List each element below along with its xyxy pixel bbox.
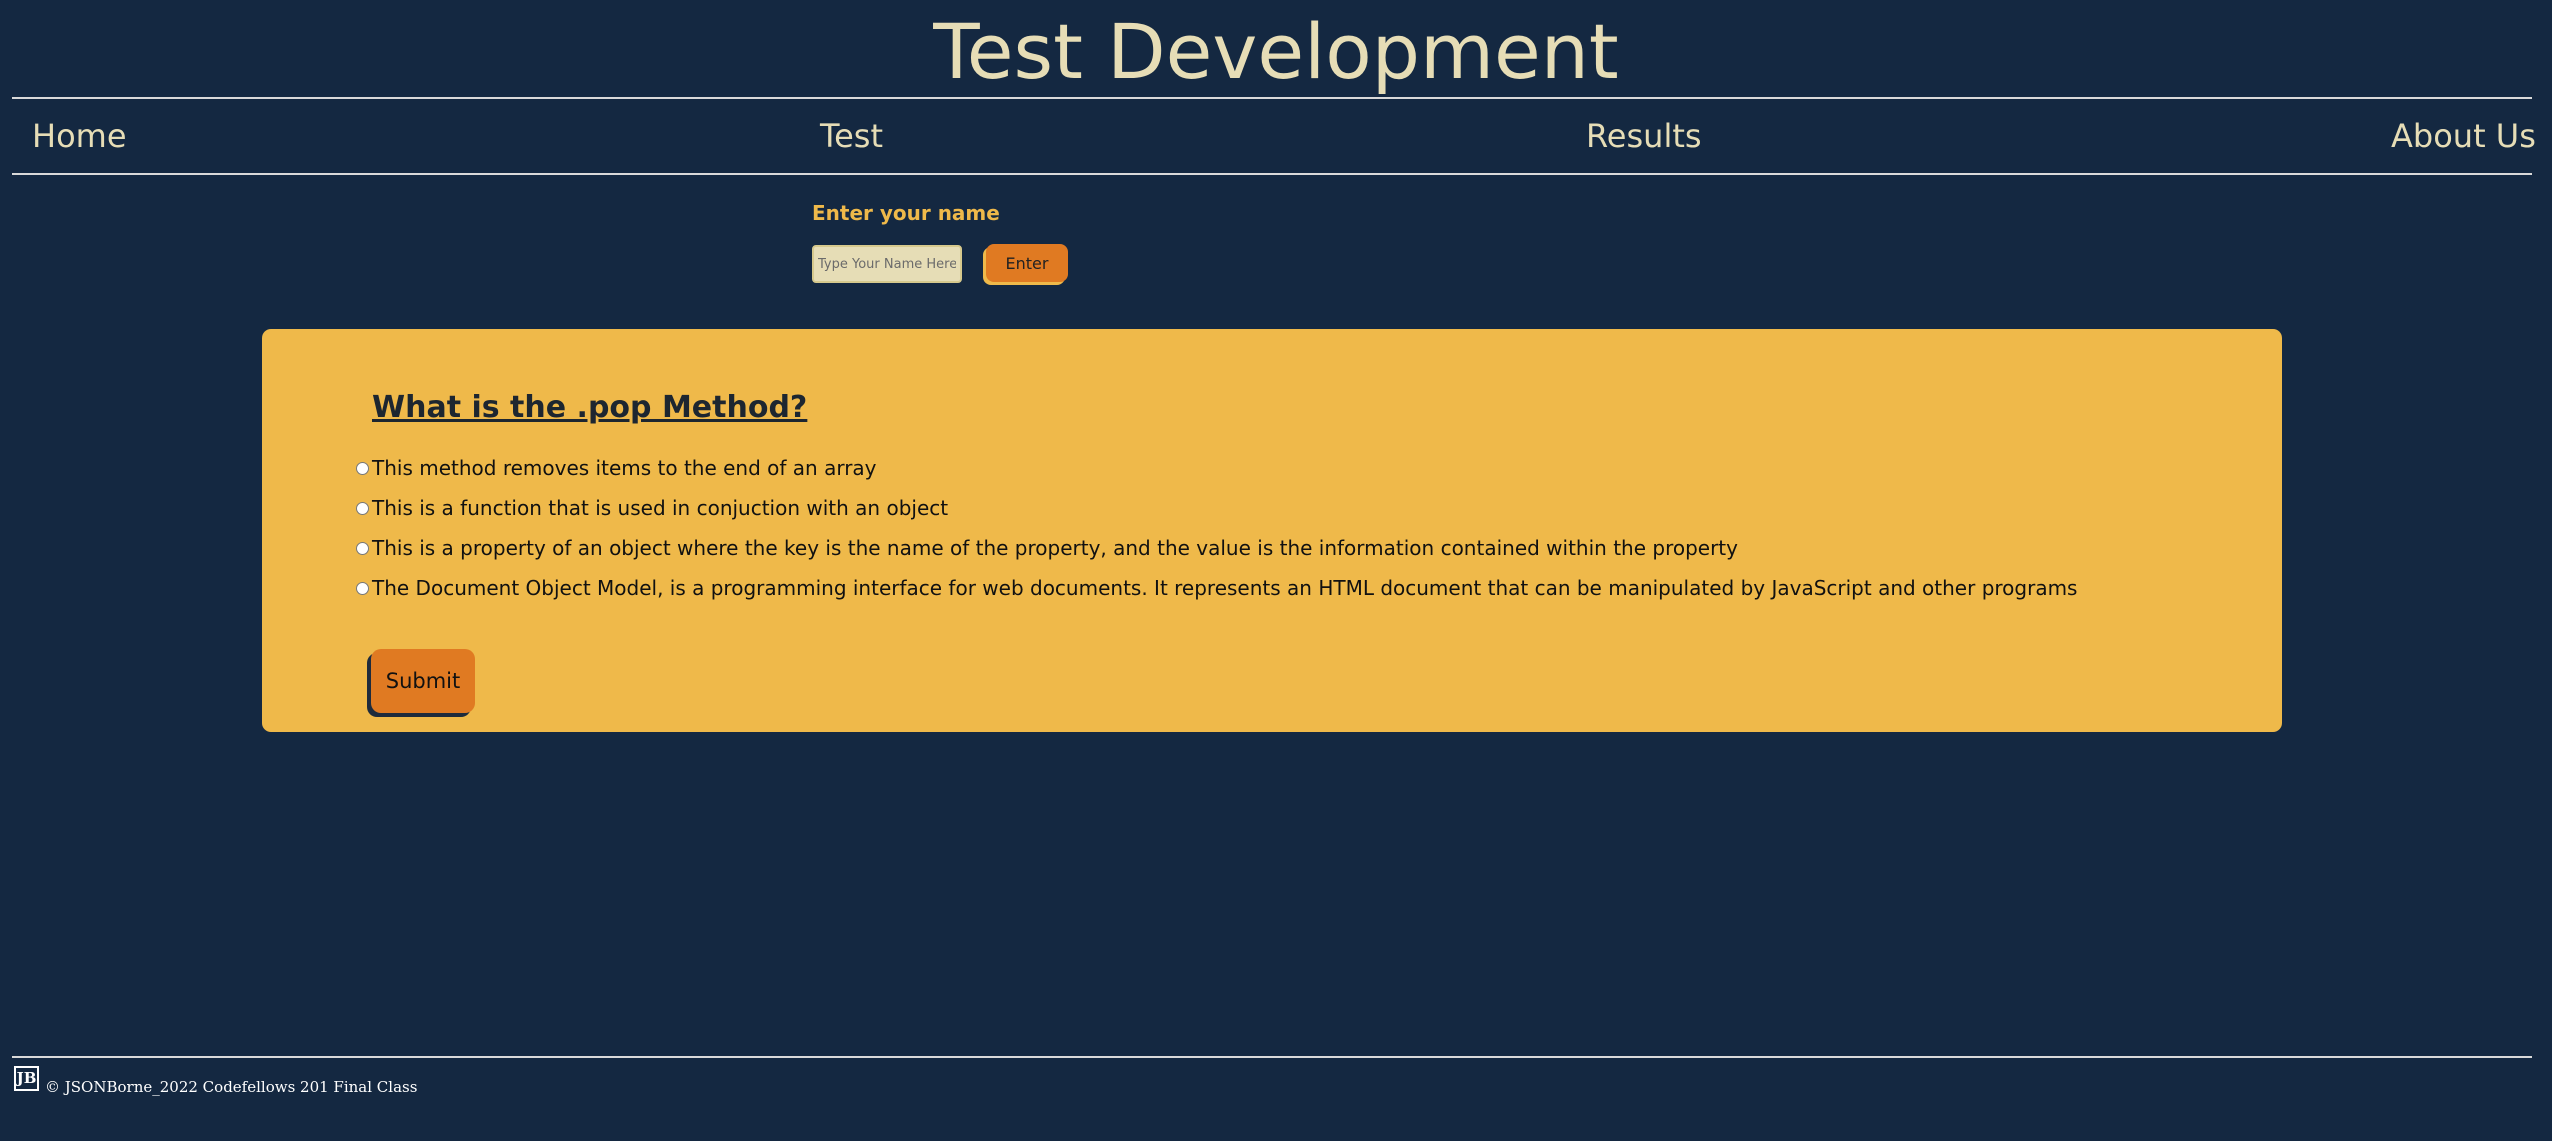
name-label: Enter your name	[812, 201, 1000, 225]
answer-option[interactable]: This is a property of an object where th…	[356, 533, 1738, 563]
enter-button[interactable]: Enter	[986, 244, 1068, 282]
nav-link-about-us[interactable]: About Us	[2391, 116, 2536, 156]
answer-radio[interactable]	[356, 541, 369, 555]
answer-label: This method removes items to the end of …	[372, 456, 877, 480]
answer-radio[interactable]	[356, 581, 369, 595]
answer-option[interactable]: The Document Object Model, is a programm…	[356, 573, 2077, 603]
answer-option[interactable]: This method removes items to the end of …	[356, 453, 877, 483]
nav-bottom-divider	[12, 173, 2532, 175]
nav-top-divider	[12, 97, 2532, 99]
nav-link-test[interactable]: Test	[820, 116, 883, 156]
footer-divider	[12, 1056, 2532, 1058]
page-title: Test Development	[933, 7, 1619, 96]
answer-label: The Document Object Model, is a programm…	[372, 576, 2078, 600]
question-title: What is the .pop Method?	[372, 390, 808, 425]
answer-option[interactable]: This is a function that is used in conju…	[356, 493, 948, 523]
answer-label: This is a property of an object where th…	[372, 536, 1738, 560]
submit-button[interactable]: Submit	[371, 649, 475, 713]
name-input[interactable]	[812, 245, 962, 283]
nav-link-results[interactable]: Results	[1586, 116, 1702, 156]
footer-copyright: © JSONBorne_2022 Codefellows 201 Final C…	[45, 1078, 418, 1096]
answer-label: This is a function that is used in conju…	[372, 496, 949, 520]
answer-radio[interactable]	[356, 461, 369, 475]
nav-link-home[interactable]: Home	[32, 116, 127, 156]
jb-logo-icon: JB	[14, 1066, 39, 1091]
quiz-card: What is the .pop Method? This method rem…	[262, 329, 2282, 732]
answer-radio[interactable]	[356, 501, 369, 515]
